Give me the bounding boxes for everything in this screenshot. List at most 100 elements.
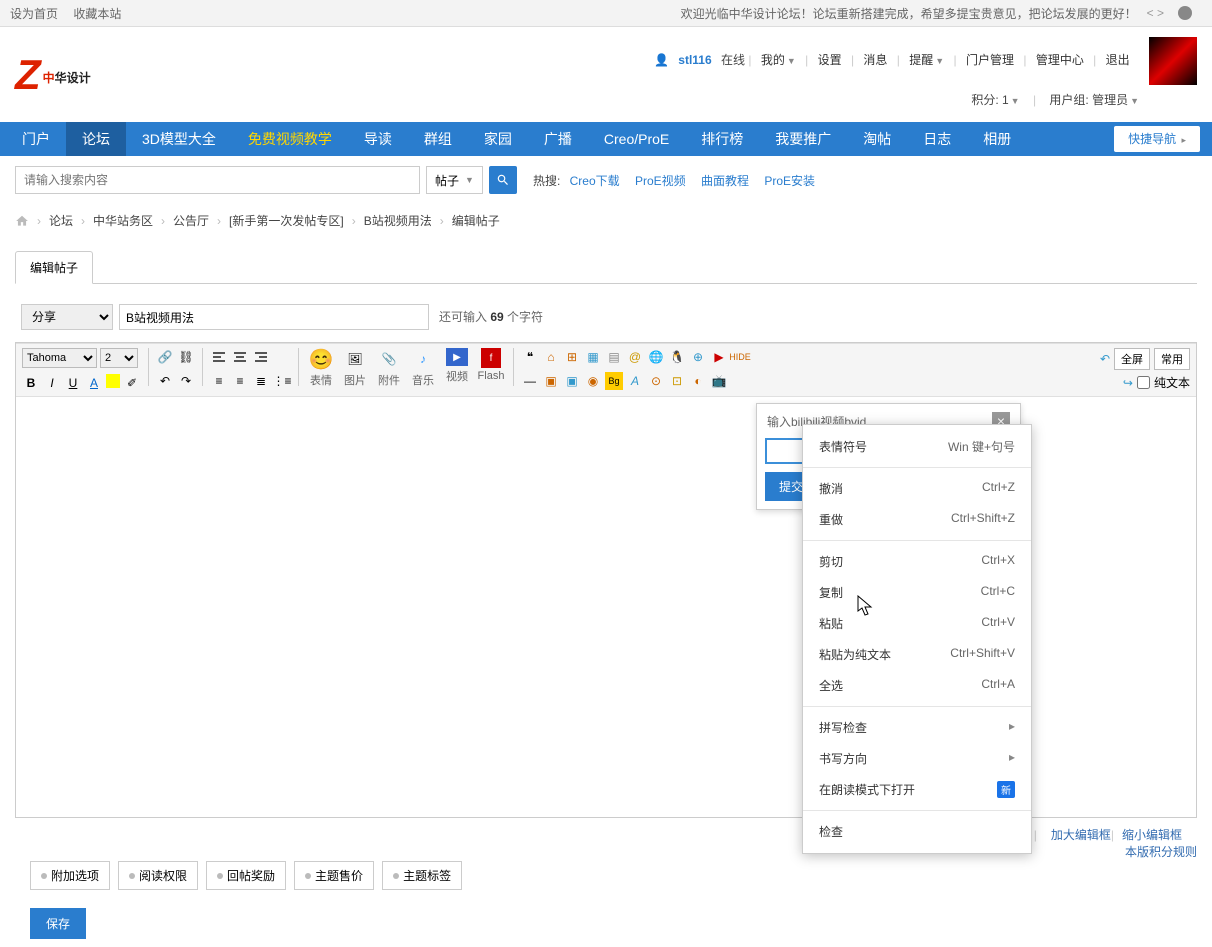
align-left-button[interactable]: [210, 348, 228, 366]
list-ordered-button[interactable]: ≣: [252, 372, 270, 390]
portal-mgmt-link[interactable]: 门户管理: [966, 53, 1014, 67]
collapse-icon[interactable]: ↶: [1100, 352, 1110, 366]
at-button[interactable]: @: [626, 348, 644, 366]
bc-0[interactable]: 论坛: [49, 212, 73, 229]
opt-price[interactable]: 主题售价: [294, 861, 374, 890]
hide-button[interactable]: HIDE: [731, 348, 749, 366]
save-button[interactable]: 保存: [30, 908, 86, 939]
category-select[interactable]: 分享: [21, 304, 113, 330]
nav-group[interactable]: 群组: [408, 122, 468, 156]
underline-button[interactable]: U: [64, 374, 82, 392]
logout-link[interactable]: 退出: [1106, 53, 1130, 67]
nav-rank[interactable]: 排行榜: [685, 122, 759, 156]
italic-button[interactable]: I: [43, 374, 61, 392]
tool-icon-3[interactable]: ◉: [584, 372, 602, 390]
fontcolor-button[interactable]: A: [85, 374, 103, 392]
hot-link-2[interactable]: 曲面教程: [701, 174, 749, 188]
enlarge-editor-link[interactable]: 加大编辑框: [1051, 826, 1111, 843]
bc-4[interactable]: B站视频用法: [364, 212, 432, 229]
nav-broadcast[interactable]: 广播: [528, 122, 588, 156]
quick-nav-button[interactable]: 快捷导航 ▸: [1114, 126, 1200, 152]
bg-button[interactable]: Bg: [605, 372, 623, 390]
fontsize-select[interactable]: 2: [100, 348, 138, 368]
nav-album[interactable]: 相册: [967, 122, 1027, 156]
code-button[interactable]: ⌂: [542, 348, 560, 366]
context-item[interactable]: 在朗读模式下打开新: [803, 774, 1031, 805]
settings-link[interactable]: 设置: [818, 53, 842, 67]
plaintext-checkbox[interactable]: [1137, 376, 1150, 389]
context-item[interactable]: 拼写检查▸: [803, 712, 1031, 743]
home-icon[interactable]: [15, 214, 29, 228]
opt-read-perm[interactable]: 阅读权限: [118, 861, 198, 890]
nav-3d[interactable]: 3D模型大全: [126, 122, 232, 156]
context-item[interactable]: 复制Ctrl+C: [803, 577, 1031, 608]
nav-diary[interactable]: 日志: [907, 122, 967, 156]
unlink-button[interactable]: ⛓: [177, 348, 195, 366]
nav-promote[interactable]: 我要推广: [759, 122, 847, 156]
quote-button[interactable]: ❝: [521, 348, 539, 366]
tool-icon-1[interactable]: ▣: [542, 372, 560, 390]
tool-icon-2[interactable]: ▣: [563, 372, 581, 390]
palette-icon[interactable]: [1178, 6, 1192, 20]
attach-button[interactable]: 📎附件: [374, 348, 404, 388]
align-center-button[interactable]: [231, 348, 249, 366]
hot-link-1[interactable]: ProE视频: [635, 174, 686, 188]
bc-3[interactable]: [新手第一次发帖专区]: [229, 212, 344, 229]
nav-creo[interactable]: Creo/ProE: [588, 122, 685, 156]
mine-link[interactable]: 我的▼: [761, 53, 796, 67]
gg-icon[interactable]: ⊕: [689, 348, 707, 366]
indent-button[interactable]: ≡: [231, 372, 249, 390]
post-title-input[interactable]: [119, 304, 429, 330]
outdent-button[interactable]: ≡: [210, 372, 228, 390]
font-select[interactable]: Tahoma: [22, 348, 97, 368]
tool-icon-6[interactable]: ⊡: [668, 372, 686, 390]
shrink-editor-link[interactable]: 缩小编辑框: [1122, 826, 1182, 843]
flash-button[interactable]: fFlash: [476, 348, 506, 382]
search-category-dropdown[interactable]: 帖子▼: [426, 166, 483, 194]
search-button[interactable]: [489, 166, 517, 194]
globe-icon[interactable]: 🌐: [647, 348, 665, 366]
tab-edit-post[interactable]: 编辑帖子: [15, 251, 93, 284]
username-link[interactable]: stl116: [678, 53, 711, 67]
nav-free-video[interactable]: 免费视频教学: [232, 122, 348, 156]
opt-tags[interactable]: 主题标签: [382, 861, 462, 890]
avatar[interactable]: [1149, 37, 1197, 85]
common-button[interactable]: 常用: [1154, 348, 1190, 370]
alerts-link[interactable]: 提醒▼: [909, 53, 944, 67]
bc-1[interactable]: 中华站务区: [93, 212, 153, 229]
context-item[interactable]: 重做Ctrl+Shift+Z: [803, 504, 1031, 535]
fullscreen-button[interactable]: 全屏: [1114, 348, 1150, 370]
context-item[interactable]: 粘贴Ctrl+V: [803, 608, 1031, 639]
context-item[interactable]: 书写方向▸: [803, 743, 1031, 774]
hr-button[interactable]: —: [521, 372, 539, 390]
page-button[interactable]: ▤: [605, 348, 623, 366]
undo-button[interactable]: ↶: [156, 372, 174, 390]
bold-button[interactable]: B: [22, 374, 40, 392]
bc-2[interactable]: 公告厅: [173, 212, 209, 229]
free-icon[interactable]: ⊞: [563, 348, 581, 366]
rules-link[interactable]: 本版积分规则: [1125, 843, 1197, 860]
bgcolor-button[interactable]: [106, 374, 120, 388]
messages-link[interactable]: 消息: [863, 53, 887, 67]
redo-button[interactable]: ↷: [177, 372, 195, 390]
context-item[interactable]: 剪切Ctrl+X: [803, 546, 1031, 577]
play-icon[interactable]: ▶: [710, 348, 728, 366]
bc-5[interactable]: 编辑帖子: [452, 212, 500, 229]
context-item[interactable]: 表情符号Win 键+句号: [803, 431, 1031, 462]
search-input[interactable]: [15, 166, 420, 194]
reply-icon[interactable]: ↪: [1123, 376, 1133, 390]
tool-icon-4[interactable]: A: [626, 372, 644, 390]
context-item[interactable]: 全选Ctrl+A: [803, 670, 1031, 701]
nav-collect[interactable]: 淘帖: [847, 122, 907, 156]
image-button[interactable]: 🖼图片: [340, 348, 370, 388]
set-home-link[interactable]: 设为首页: [10, 7, 58, 21]
list-unordered-button[interactable]: ⋮≡: [273, 372, 291, 390]
tool-icon-7[interactable]: ◐: [689, 372, 707, 390]
music-button[interactable]: ♪音乐: [408, 348, 438, 388]
context-item[interactable]: 撤消Ctrl+Z: [803, 473, 1031, 504]
mgmt-center-link[interactable]: 管理中心: [1036, 53, 1084, 67]
qq-icon[interactable]: 🐧: [668, 348, 686, 366]
opt-attach[interactable]: 附加选项: [30, 861, 110, 890]
more-icon[interactable]: < >: [1147, 6, 1164, 20]
emoji-button[interactable]: 😊表情: [306, 348, 336, 388]
